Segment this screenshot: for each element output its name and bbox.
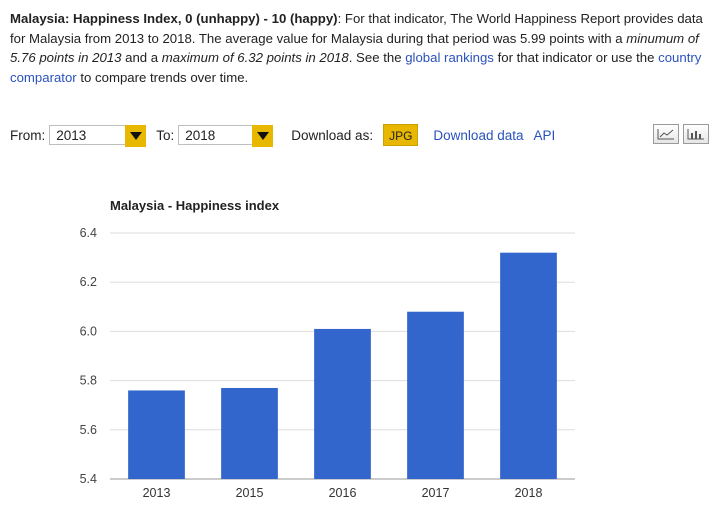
intro-maximum: maximum of 6.32 points in 2018 [161, 50, 349, 65]
intro-title: Malaysia: Happiness Index, 0 (unhappy) -… [10, 11, 338, 26]
line-chart-icon[interactable] [653, 124, 679, 144]
y-tick-label: 5.6 [80, 423, 97, 437]
intro-part-3: and a [121, 50, 162, 65]
bar-2018[interactable] [500, 252, 557, 479]
download-data-link[interactable]: Download data [433, 128, 523, 143]
api-link[interactable]: API [534, 128, 556, 143]
from-select[interactable]: 2013 [49, 125, 147, 147]
intro-part-7: to compare trends over time. [76, 69, 249, 85]
intro-part-6: for that indicator or use the [493, 50, 659, 65]
y-tick-label: 6.2 [80, 275, 97, 289]
chevron-down-icon[interactable] [125, 125, 147, 147]
x-tick-label: 2018 [515, 486, 543, 500]
chart-type-toggle [653, 124, 713, 144]
y-tick-label: 5.8 [80, 374, 97, 388]
bar-2015[interactable] [221, 387, 278, 479]
from-label: From: [10, 127, 46, 143]
download-as-label: Download as: [291, 127, 374, 143]
to-label: To: [156, 127, 175, 143]
intro-text: Malaysia: Happiness Index, 0 (unhappy) -… [10, 9, 710, 87]
global-rankings-link[interactable]: global rankings [405, 50, 494, 65]
x-tick-label: 2016 [329, 486, 357, 500]
chart-controls: From: 2013 To: 2018 Download as: JPG Dow… [10, 124, 556, 147]
chart-title: Malaysia - Happiness index [110, 198, 280, 213]
intro-part-5: . See the [348, 50, 406, 65]
download-jpg-button[interactable]: JPG [383, 124, 419, 146]
bar-2013[interactable] [128, 390, 185, 479]
y-tick-label: 6.0 [80, 324, 97, 338]
to-select[interactable]: 2018 [178, 125, 274, 147]
bar-2016[interactable] [314, 328, 371, 479]
chevron-down-icon[interactable] [252, 125, 274, 147]
y-tick-label: 5.4 [80, 472, 97, 486]
x-tick-label: 2013 [143, 486, 171, 500]
bar-2017[interactable] [407, 311, 464, 479]
x-tick-label: 2017 [422, 486, 450, 500]
x-tick-label: 2015 [236, 486, 264, 500]
bar-chart-icon[interactable] [683, 124, 709, 144]
y-tick-label: 6.4 [80, 226, 97, 240]
